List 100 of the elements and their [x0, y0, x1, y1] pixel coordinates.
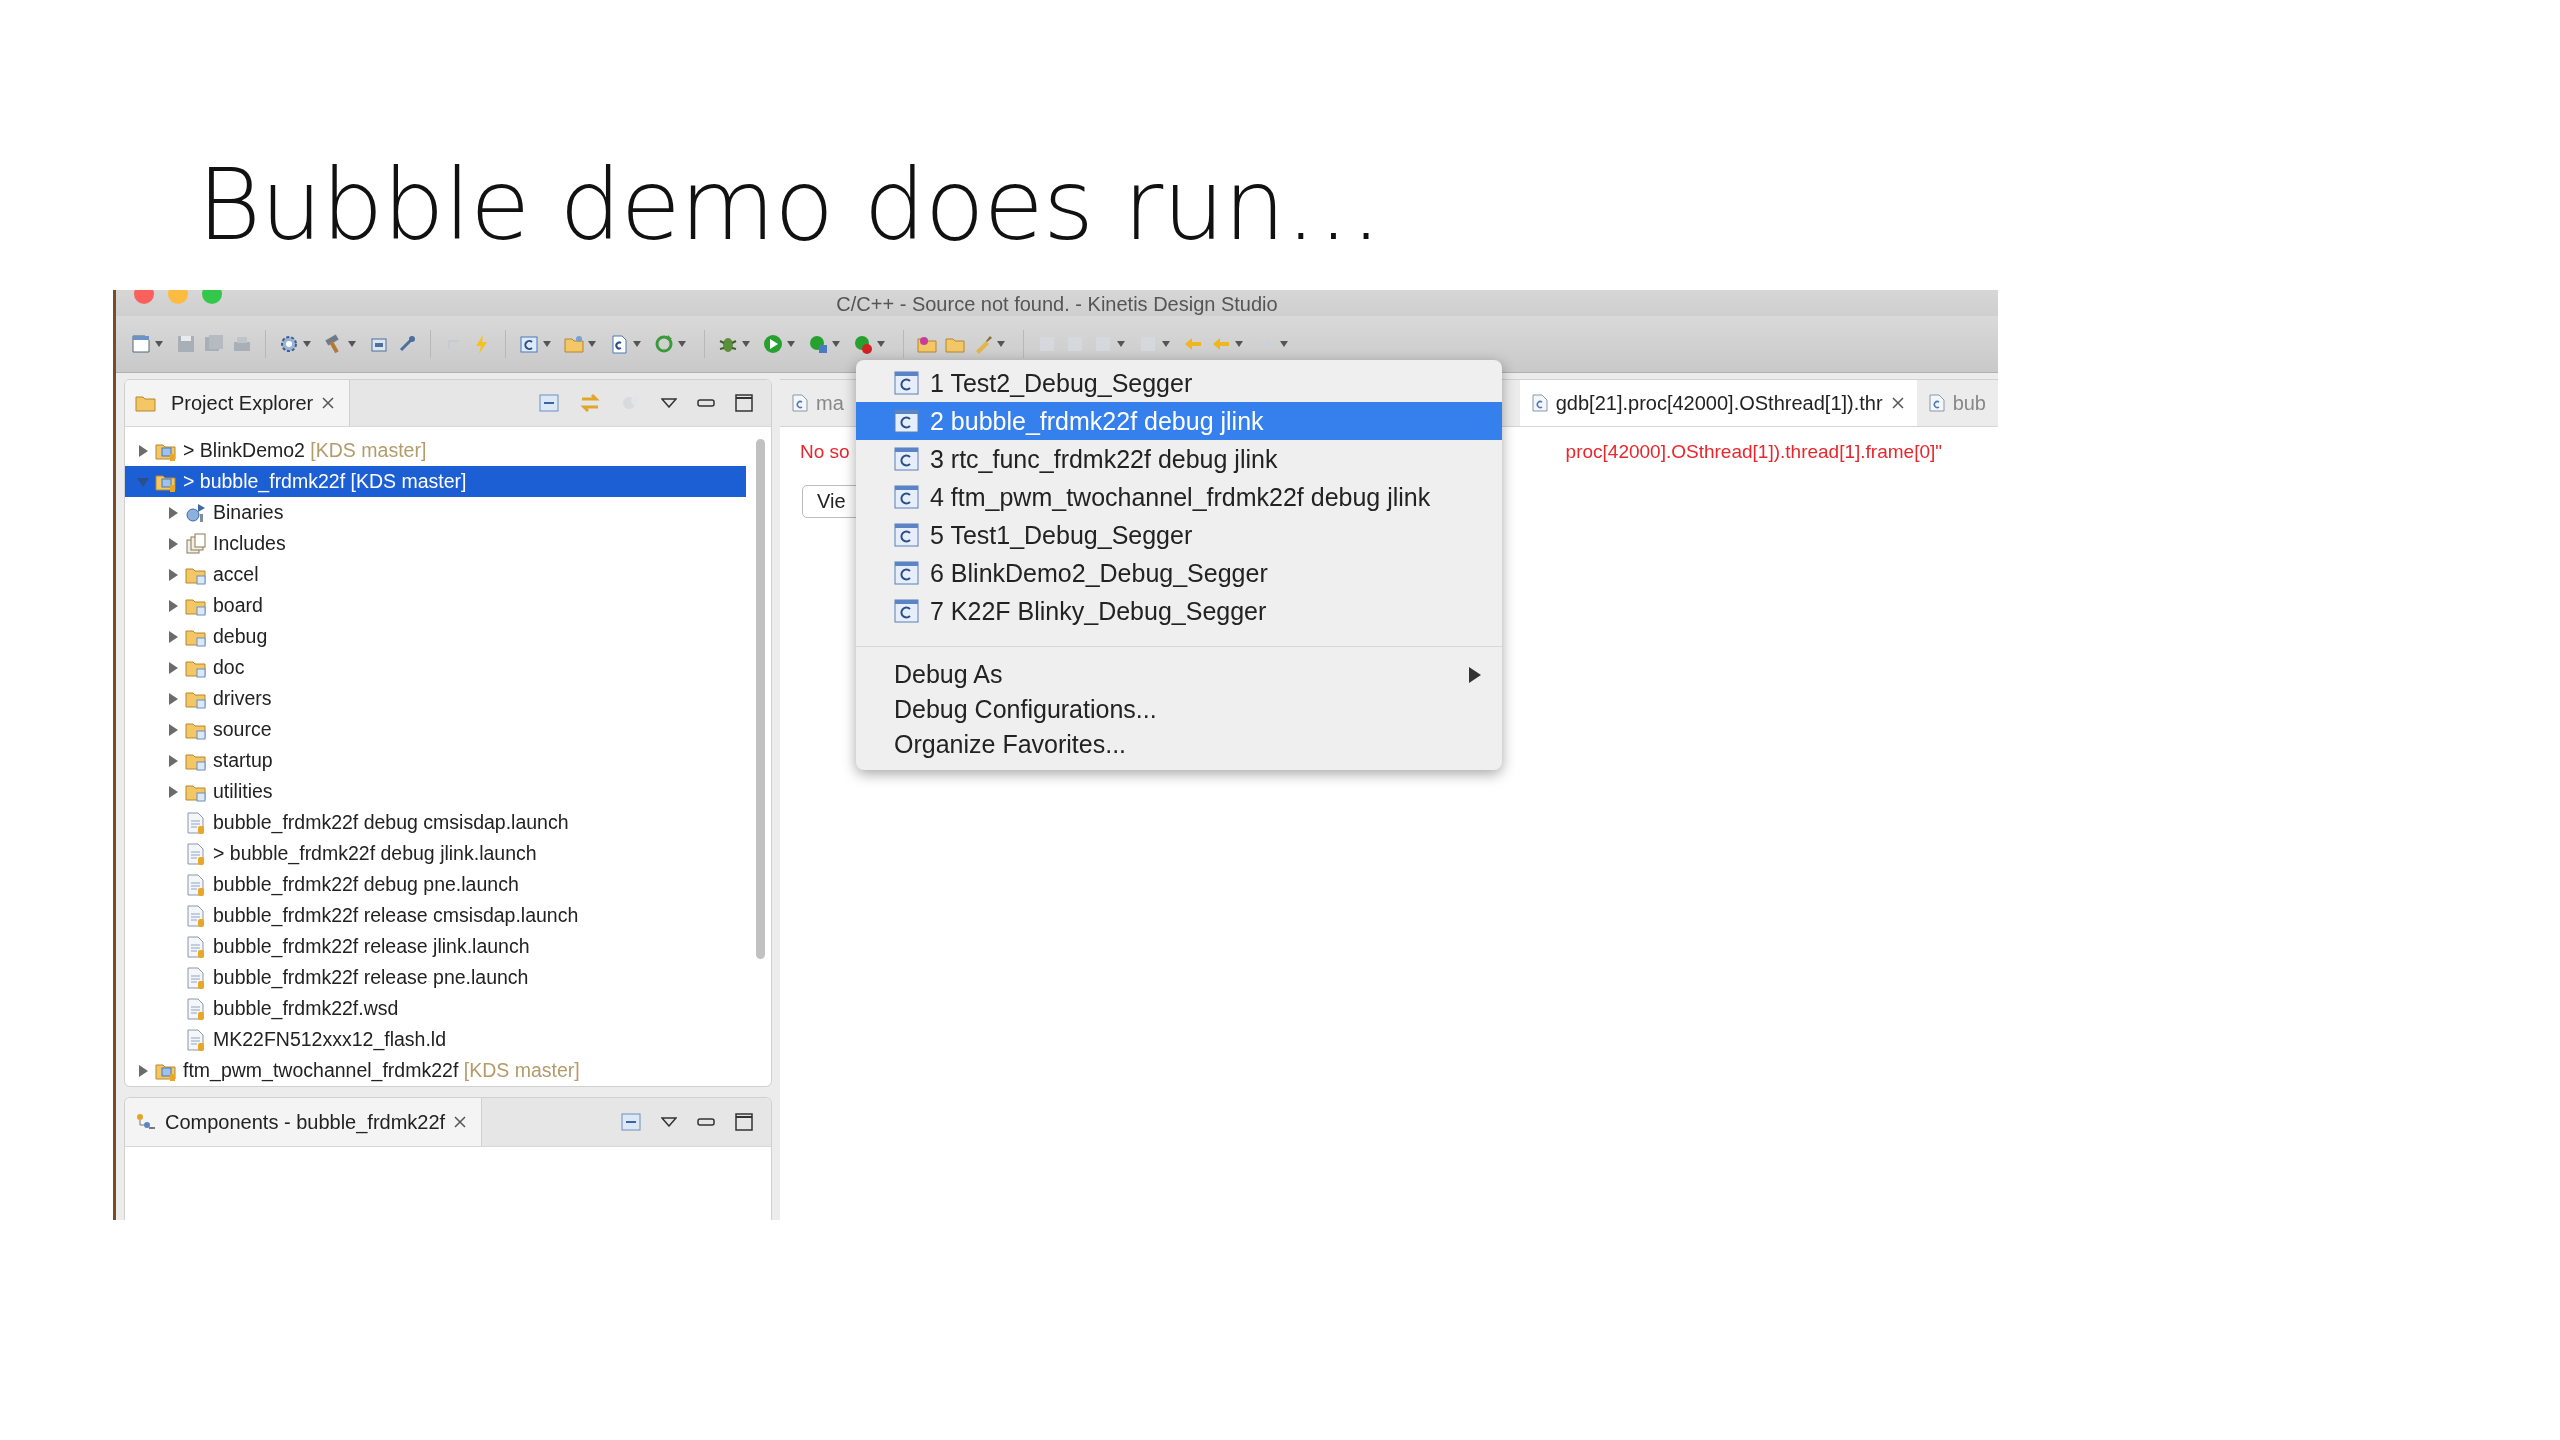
collapsed-arrow-icon[interactable] — [167, 599, 179, 612]
menu-item[interactable]: 6 BlinkDemo2_Debug_Segger — [856, 554, 1502, 592]
stop-icon[interactable] — [852, 333, 874, 355]
menu-item[interactable]: 1 Test2_Debug_Segger — [856, 364, 1502, 402]
tree-item[interactable]: utilities — [125, 776, 752, 807]
tree-item[interactable]: ftm_pwm_twochannel_frdmk22f [KDS master] — [125, 1055, 752, 1086]
document-icon — [185, 873, 207, 896]
caret-icon[interactable] — [1280, 341, 1288, 347]
collapsed-arrow-icon[interactable] — [167, 630, 179, 643]
scrollbar[interactable] — [756, 439, 765, 959]
view-tab-label: Project Explorer — [171, 391, 314, 415]
launch-config-icon — [894, 522, 920, 548]
collapsed-arrow-icon[interactable] — [167, 754, 179, 767]
gear-icon[interactable] — [278, 333, 300, 355]
error-message: No so — [800, 441, 850, 463]
tree-item[interactable]: MK22FN512xxx12_flash.ld — [125, 1024, 752, 1055]
launch-config-icon — [894, 370, 920, 396]
tree-item[interactable]: bubble_frdmk22f release pne.launch — [125, 962, 752, 993]
launch-config-icon — [894, 408, 920, 434]
launch-config-icon — [894, 598, 920, 624]
tree-item[interactable]: bubble_frdmk22f release cmsisdap.launch — [125, 900, 752, 931]
maximize-icon[interactable] — [735, 394, 753, 412]
view-menu-icon[interactable] — [661, 398, 677, 408]
tree-item[interactable]: drivers — [125, 683, 752, 714]
tree-item[interactable]: bubble_frdmk22f release jlink.launch — [125, 931, 752, 962]
view-tab[interactable]: Project Explorer — [125, 380, 351, 426]
view-menu-icon[interactable] — [661, 1117, 677, 1127]
caret-icon[interactable] — [543, 341, 551, 347]
collapsed-arrow-icon[interactable] — [167, 723, 179, 736]
caret-icon[interactable] — [1162, 341, 1170, 347]
caret-icon[interactable] — [678, 341, 686, 347]
document-icon — [1531, 394, 1548, 412]
caret-icon[interactable] — [633, 341, 641, 347]
collapsed-arrow-icon[interactable] — [167, 506, 179, 519]
tree-item[interactable]: source — [125, 714, 752, 745]
document-icon — [792, 394, 808, 412]
tree-item[interactable]: bubble_frdmk22f debug cmsisdap.launch — [125, 807, 752, 838]
editor-tab[interactable]: gdb[21].proc[42000].OSthread[1]).thr — [1519, 380, 1917, 426]
caret-icon[interactable] — [877, 341, 885, 347]
collapsed-arrow-icon[interactable] — [167, 568, 179, 581]
window-title: C/C++ - Source not found. - Kinetis Design Studio — [836, 292, 1278, 316]
launch-config-icon — [894, 560, 920, 586]
menu-item[interactable]: 5 Test1_Debug_Segger — [856, 516, 1502, 554]
maximize-icon[interactable] — [735, 1113, 753, 1131]
tree-item[interactable]: > bubble_frdmk22f [KDS master] — [125, 466, 746, 497]
caret-icon[interactable] — [588, 341, 596, 347]
play-icon[interactable] — [762, 333, 784, 355]
caret-icon[interactable] — [742, 341, 750, 347]
menu-item[interactable]: 3 rtc_func_frdmk22f debug jlink — [856, 440, 1502, 478]
close-icon[interactable] — [1890, 396, 1905, 410]
document-icon — [185, 811, 207, 834]
menu-item[interactable]: 7 K22F Blinky_Debug_Segger — [856, 592, 1502, 630]
collapsed-arrow-icon[interactable] — [137, 444, 149, 457]
tree-item[interactable]: Includes — [125, 528, 752, 559]
tree-item[interactable]: doc — [125, 652, 752, 683]
caret-icon[interactable] — [997, 341, 1005, 347]
caret-icon[interactable] — [348, 341, 356, 347]
tree-item[interactable]: Binaries — [125, 497, 752, 528]
document-icon — [185, 966, 207, 989]
editor-tab-label: gdb[21].proc[42000].OSthread[1]).thr — [1555, 391, 1883, 415]
tree-item[interactable]: accel — [125, 559, 752, 590]
tree-item[interactable]: > BlinkDemo2 [KDS master] — [125, 435, 752, 466]
collapsed-arrow-icon[interactable] — [167, 537, 179, 550]
tree-item[interactable]: bubble_frdmk22f debug pne.launch — [125, 869, 752, 900]
document-icon[interactable] — [518, 333, 540, 355]
document-icon — [185, 842, 207, 865]
collapsed-arrow-icon[interactable] — [167, 785, 179, 798]
tree-item[interactable]: > bubble_frdmk22f debug jlink.launch — [125, 838, 752, 869]
caret-icon[interactable] — [155, 341, 163, 347]
minimize-icon[interactable] — [697, 1118, 715, 1126]
caret-icon[interactable] — [303, 341, 311, 347]
collapse-all-icon[interactable] — [621, 1113, 641, 1131]
collapsed-arrow-icon[interactable] — [167, 692, 179, 705]
caret-icon[interactable] — [832, 341, 840, 347]
view-tab-label: Components - bubble_frdmk22f — [165, 1110, 446, 1134]
tree-item[interactable]: debug — [125, 621, 752, 652]
minimize-icon[interactable] — [697, 399, 715, 407]
collapsed-arrow-icon[interactable] — [167, 661, 179, 674]
tree-item[interactable]: startup — [125, 745, 752, 776]
close-icon[interactable] — [321, 396, 336, 410]
caret-icon[interactable] — [1117, 341, 1125, 347]
document-icon — [185, 904, 207, 927]
menu-item[interactable]: 2 bubble_frdmk22f debug jlink — [856, 402, 1502, 440]
collapsed-arrow-icon[interactable] — [137, 1064, 149, 1077]
menu-item[interactable]: Organize Favorites... — [856, 727, 1502, 762]
close-icon[interactable] — [453, 1115, 468, 1129]
menu-item[interactable]: Debug Configurations... — [856, 692, 1502, 727]
view-tab[interactable]: Components - bubble_frdmk22f — [125, 1098, 483, 1146]
tree-item[interactable]: board — [125, 590, 752, 621]
document-icon — [185, 935, 207, 958]
slide-title: Bubble demo does run… — [197, 147, 1383, 264]
collapse-all-icon[interactable] — [539, 394, 559, 412]
launch-config-icon — [894, 484, 920, 510]
includes-icon — [185, 532, 207, 555]
caret-icon[interactable] — [787, 341, 795, 347]
run-icon[interactable] — [807, 333, 829, 355]
document-icon — [1928, 394, 1945, 412]
caret-icon[interactable] — [1235, 341, 1243, 347]
tree-item[interactable]: bubble_frdmk22f.wsd — [125, 993, 752, 1024]
menu-item[interactable]: Debug As — [856, 657, 1502, 692]
